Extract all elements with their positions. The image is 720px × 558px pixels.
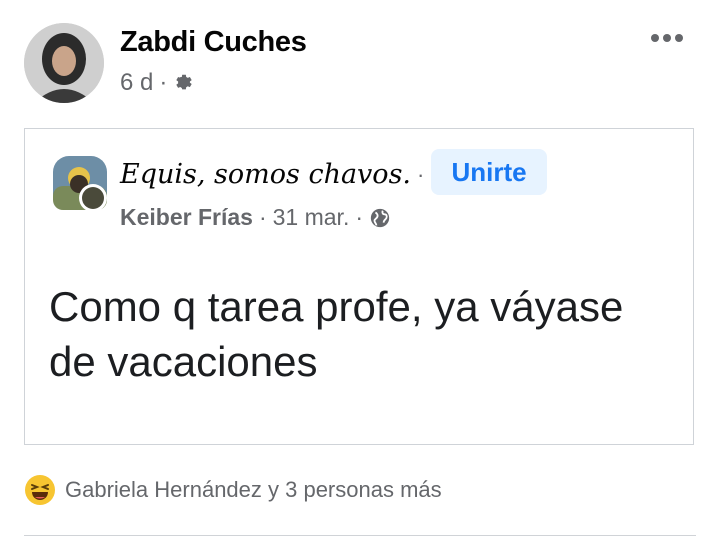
shared-post-card[interactable]: Equis, somos chavos. · Unirte Keiber Frí… bbox=[24, 128, 694, 445]
shared-post-text: Como q tarea profe, ya váyase de vacacio… bbox=[49, 283, 624, 385]
divider bbox=[24, 535, 696, 536]
avatar-photo bbox=[24, 23, 104, 103]
globe-icon bbox=[370, 208, 390, 227]
join-group-button[interactable]: Unirte bbox=[431, 149, 547, 195]
more-options-icon[interactable] bbox=[650, 28, 684, 48]
meta-separator: · bbox=[159, 69, 168, 96]
reactions-text[interactable]: Gabriela Hernández y 3 personas más bbox=[65, 477, 442, 503]
group-avatar[interactable] bbox=[53, 156, 109, 212]
shared-meta-separator: · bbox=[258, 204, 267, 230]
group-name[interactable]: Equis, somos chavos. · bbox=[120, 159, 424, 190]
group-name-text[interactable]: Equis, somos chavos. bbox=[120, 159, 411, 190]
group-photo bbox=[53, 156, 107, 212]
post-meta: 6 d · bbox=[120, 69, 195, 97]
author-name[interactable]: Zabdi Cuches bbox=[120, 26, 307, 59]
shared-meta-separator-2: · bbox=[355, 204, 364, 230]
gear-icon[interactable] bbox=[173, 72, 195, 94]
post-time[interactable]: 6 d bbox=[120, 69, 153, 97]
shared-post-date[interactable]: 31 mar. bbox=[273, 204, 350, 231]
laughing-emoji-icon bbox=[25, 475, 55, 505]
shared-author-name[interactable]: Keiber Frías bbox=[120, 204, 253, 231]
author-avatar[interactable] bbox=[24, 23, 104, 103]
group-separator: · bbox=[417, 161, 425, 187]
shared-post-meta: Keiber Frías · 31 mar. · bbox=[120, 204, 391, 231]
reactions-summary[interactable]: Gabriela Hernández y 3 personas más bbox=[24, 474, 442, 506]
